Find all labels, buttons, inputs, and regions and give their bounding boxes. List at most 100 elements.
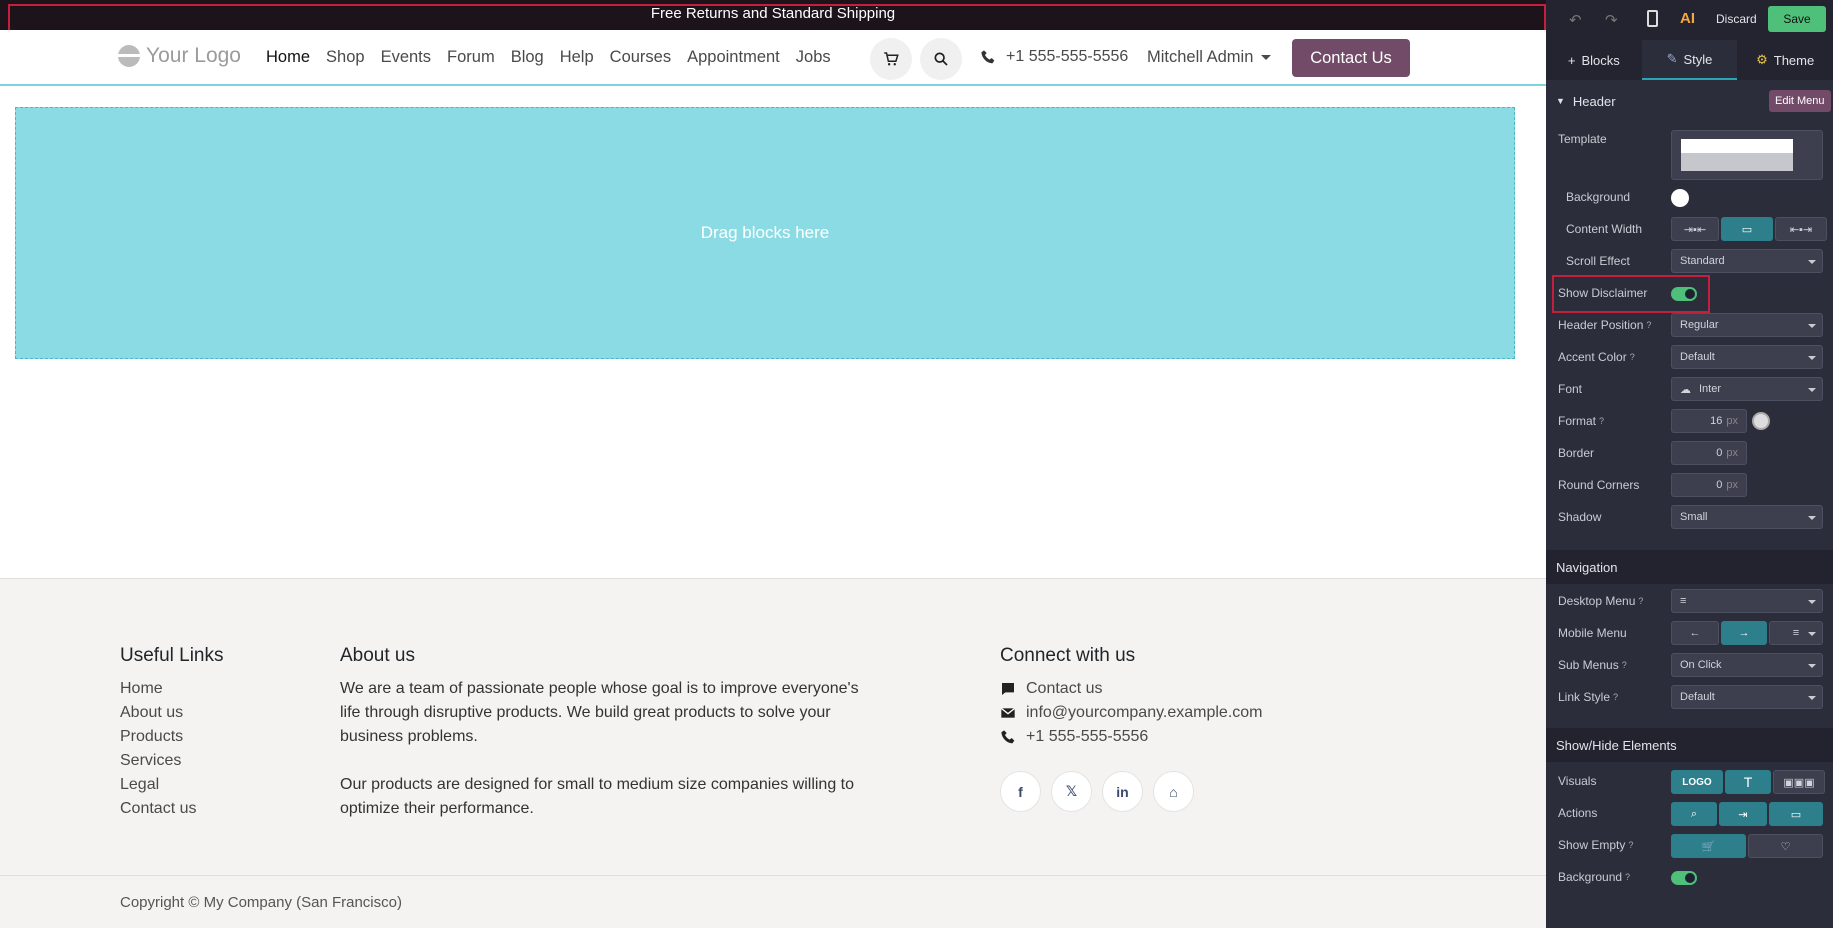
tab-blocks[interactable]: + Blocks xyxy=(1546,40,1642,80)
cart-button[interactable] xyxy=(870,38,912,80)
nav-events[interactable]: Events xyxy=(381,48,431,67)
visual-logo-button[interactable]: LOGO xyxy=(1671,770,1723,794)
connect-contact[interactable]: Contact us xyxy=(1000,677,1263,701)
edit-menu-button[interactable]: Edit Menu xyxy=(1769,90,1831,112)
link-style-select[interactable]: Default xyxy=(1671,685,1823,709)
user-menu[interactable]: Mitchell Admin xyxy=(1147,48,1272,67)
mobile-menu-align-select[interactable]: ≡ xyxy=(1769,621,1823,645)
save-button[interactable]: Save xyxy=(1768,6,1826,32)
nav-forum[interactable]: Forum xyxy=(447,48,495,67)
width-full-button[interactable]: ⇤▪⇥ xyxy=(1775,217,1827,241)
mobile-menu-label: Mobile Menu xyxy=(1558,626,1627,640)
redo-icon[interactable]: ↷ xyxy=(1605,11,1618,29)
navigation-section-title: Navigation xyxy=(1546,550,1833,584)
tab-style[interactable]: ✎ Style xyxy=(1641,40,1738,80)
accent-color-select[interactable]: Default xyxy=(1671,345,1823,369)
footer-link-about[interactable]: About us xyxy=(120,701,224,725)
chat-icon xyxy=(1002,683,1014,695)
content-width-label: Content Width xyxy=(1566,222,1643,236)
nav-shop[interactable]: Shop xyxy=(326,48,365,67)
font-select[interactable]: ☁ Inter xyxy=(1671,377,1823,401)
plus-icon: + xyxy=(1567,52,1576,68)
sign-in-icon[interactable]: ⇥ xyxy=(1719,802,1767,826)
header-position-select[interactable]: Regular xyxy=(1671,313,1823,337)
contact-us-button[interactable]: Contact Us xyxy=(1292,39,1410,77)
accent-color-label-text: Accent Color xyxy=(1558,350,1627,364)
mobile-preview-icon[interactable] xyxy=(1647,10,1658,27)
connect-email[interactable]: info@yourcompany.example.com xyxy=(1000,701,1263,725)
help-icon: ? xyxy=(1638,596,1644,606)
scroll-effect-select[interactable]: Standard xyxy=(1671,249,1823,273)
footer-link-contact[interactable]: Contact us xyxy=(120,797,224,821)
footer-link-services[interactable]: Services xyxy=(120,749,224,773)
format-label: Format? xyxy=(1558,407,1604,435)
tab-theme[interactable]: ⚙ Theme xyxy=(1737,40,1833,80)
social-visual-icon[interactable]: ▣▣▣ xyxy=(1773,770,1825,794)
linkedin-icon[interactable]: in xyxy=(1102,771,1143,812)
disclaimer-text: Free Returns and Standard Shipping xyxy=(650,5,896,22)
round-corners-input[interactable]: 0 px xyxy=(1671,473,1747,497)
connect-phone-text: +1 555-555-5556 xyxy=(1026,728,1149,745)
text-icon[interactable]: T xyxy=(1725,770,1771,794)
undo-icon[interactable]: ↶ xyxy=(1569,11,1582,29)
sub-menus-select[interactable]: On Click xyxy=(1671,653,1823,677)
footer-link-home[interactable]: Home xyxy=(120,677,224,701)
search-icon[interactable]: ⌕ xyxy=(1671,802,1717,826)
template-preview-body xyxy=(1681,153,1793,171)
home-icon[interactable]: ⌂ xyxy=(1153,771,1194,812)
shadow-select[interactable]: Small xyxy=(1671,505,1823,529)
search-icon xyxy=(934,52,948,66)
call-to-action-icon[interactable]: ▭ xyxy=(1769,802,1823,826)
arrow-left-icon[interactable]: ← xyxy=(1671,621,1719,645)
search-button[interactable] xyxy=(920,38,962,80)
mobile-menu-buttons: ← → ≡ xyxy=(1671,621,1823,645)
nav-blog[interactable]: Blog xyxy=(511,48,544,67)
site-logo[interactable]: Your Logo xyxy=(118,44,241,68)
copyright: Copyright © My Company (San Francisco) xyxy=(0,875,1546,911)
tab-style-label: Style xyxy=(1683,51,1713,67)
empty-cart-icon[interactable]: 🛒 xyxy=(1671,834,1746,858)
nav-courses[interactable]: Courses xyxy=(610,48,671,67)
font-label: Font xyxy=(1558,382,1583,396)
font-color-picker[interactable] xyxy=(1752,412,1770,430)
border-input[interactable]: 0 px xyxy=(1671,441,1747,465)
footer-link-products[interactable]: Products xyxy=(120,725,224,749)
format-input[interactable]: 16 px xyxy=(1671,409,1747,433)
show-disclaimer-toggle[interactable] xyxy=(1671,287,1697,301)
width-narrow-button[interactable]: ⇥▪⇤ xyxy=(1671,217,1719,241)
footer-link-legal[interactable]: Legal xyxy=(120,773,224,797)
width-normal-button[interactable]: ▭ xyxy=(1721,217,1773,241)
background-visibility-toggle[interactable] xyxy=(1671,871,1697,885)
header-position-label-text: Header Position xyxy=(1558,318,1644,332)
useful-links-column: Useful Links Home About us Products Serv… xyxy=(120,645,224,821)
background-color-picker[interactable] xyxy=(1671,189,1689,207)
header-position-label: Header Position? xyxy=(1558,311,1651,339)
tab-theme-label: Theme xyxy=(1773,52,1815,68)
template-label: Template xyxy=(1558,132,1607,146)
round-corners-label: Round Corners xyxy=(1558,478,1640,492)
connect-phone[interactable]: +1 555-555-5556 xyxy=(1000,725,1263,749)
nav-jobs[interactable]: Jobs xyxy=(796,48,831,67)
background-visibility-label: Background? xyxy=(1558,863,1630,891)
align-left-icon: ≡ xyxy=(1680,595,1687,607)
desktop-menu-select[interactable]: ≡ xyxy=(1671,589,1823,613)
ai-icon[interactable]: AI xyxy=(1680,10,1695,27)
connect-title: Connect with us xyxy=(1000,645,1136,666)
header-phone[interactable]: +1 555-555-5556 xyxy=(980,48,1128,66)
facebook-icon[interactable]: f xyxy=(1000,771,1041,812)
discard-button[interactable]: Discard xyxy=(1716,12,1757,26)
nav-appointment[interactable]: Appointment xyxy=(687,48,780,67)
sub-menus-label-text: Sub Menus xyxy=(1558,658,1619,672)
site-header: Your Logo Home Shop Events Forum Blog He… xyxy=(0,30,1546,86)
nav-help[interactable]: Help xyxy=(560,48,594,67)
content-width-buttons: ⇥▪⇤ ▭ ⇤▪⇥ xyxy=(1671,217,1827,241)
border-label: Border xyxy=(1558,446,1595,460)
template-select[interactable] xyxy=(1671,130,1823,180)
font-value: Inter xyxy=(1699,383,1722,395)
arrow-right-icon[interactable]: → xyxy=(1721,621,1767,645)
x-twitter-icon[interactable]: 𝕏 xyxy=(1051,771,1092,812)
drop-zone[interactable]: Drag blocks here xyxy=(15,107,1515,359)
disclaimer-bar[interactable]: Free Returns and Standard Shipping xyxy=(0,0,1546,30)
heart-icon[interactable]: ♡ xyxy=(1748,834,1823,858)
nav-home[interactable]: Home xyxy=(266,48,310,67)
